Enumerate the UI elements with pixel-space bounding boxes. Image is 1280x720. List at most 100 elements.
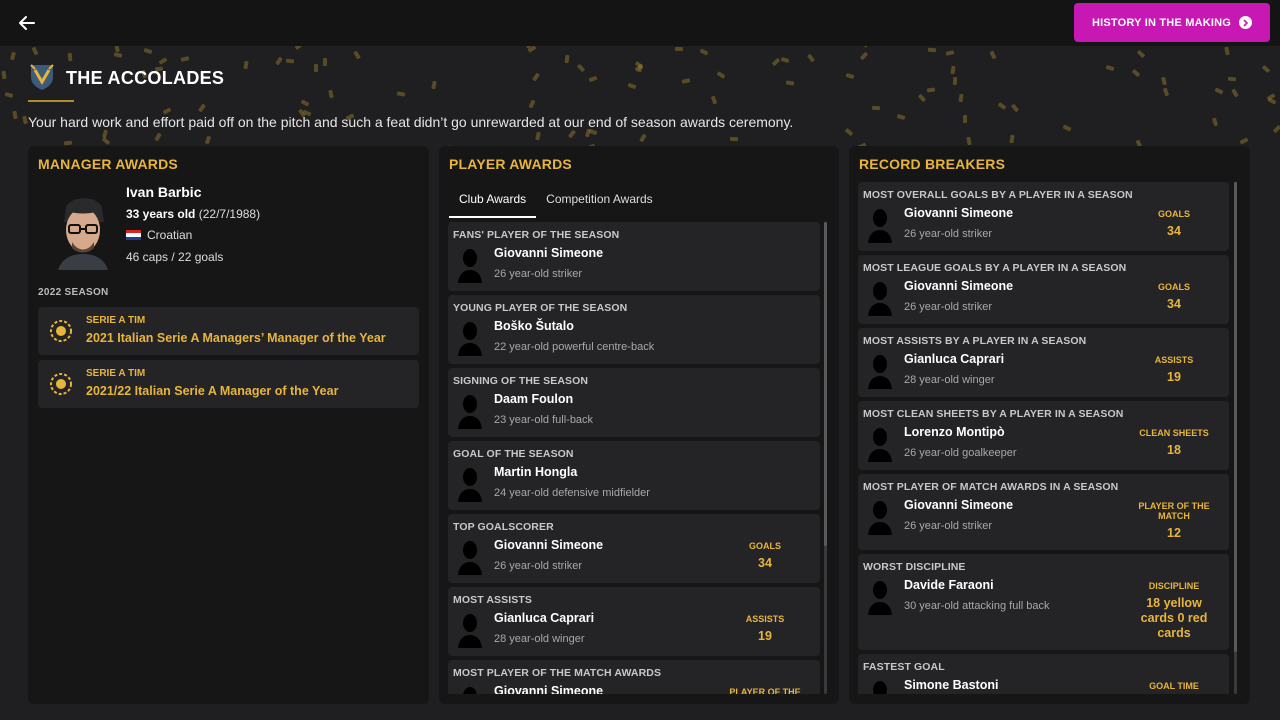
player-silhouette-icon <box>868 501 892 535</box>
confetti-piece <box>845 72 855 79</box>
player-name[interactable]: Giovanni Simeone <box>904 279 1013 293</box>
manager-award-card[interactable]: SERIE A TIM 2021 Italian Serie A Manager… <box>38 307 419 355</box>
player-list-scrollbar[interactable] <box>824 222 827 694</box>
award-row[interactable]: GOAL OF THE SEASON Martin Hongla 24 year-o… <box>448 441 820 510</box>
award-row[interactable]: TOP GOALSCORER Giovanni Simeone 26 year-ol… <box>448 514 820 583</box>
player-silhouette-icon <box>458 468 482 502</box>
confetti-piece <box>1131 68 1140 77</box>
stat-label: GOALS <box>748 541 781 551</box>
confetti-piece <box>966 136 972 145</box>
scroll-thumb[interactable] <box>824 222 827 546</box>
confetti-piece <box>637 64 643 73</box>
confetti-piece <box>1160 76 1167 86</box>
player-name[interactable]: Giovanni Simeone <box>494 246 603 260</box>
player-name[interactable]: Davide Faraoni <box>904 578 994 592</box>
player-silhouette-icon <box>463 687 477 694</box>
confetti-piece <box>275 56 284 66</box>
confetti-piece <box>1261 64 1270 73</box>
player-name[interactable]: Giovanni Simeone <box>494 538 603 552</box>
award-stat: GOALS 34 <box>1131 282 1217 312</box>
tab-competition-awards[interactable]: Competition Awards <box>536 184 663 218</box>
tab-club-awards[interactable]: Club Awards <box>449 184 537 218</box>
confetti-piece <box>896 113 906 120</box>
confetti-piece <box>945 49 955 56</box>
stat-value: 19 <box>758 629 772 643</box>
confetti-piece <box>844 128 854 137</box>
stat-label: DISCIPLINE <box>1148 581 1200 591</box>
confetti-piece <box>588 76 598 83</box>
confetti-piece <box>204 135 212 145</box>
confetti-piece <box>535 131 541 141</box>
page-title: THE ACCOLADES <box>66 68 225 88</box>
award-competition: SERIE A TIM <box>86 368 146 379</box>
confetti-piece <box>9 51 16 61</box>
back-button[interactable] <box>14 10 40 36</box>
confetti-piece <box>634 64 644 72</box>
season-label: 2022 SEASON <box>38 287 109 298</box>
award-category: FANS' PLAYER OF THE SEASON <box>453 229 620 241</box>
award-row[interactable]: FASTEST GOAL Simone Bastoni GOAL TIME <box>858 654 1229 694</box>
player-name[interactable]: Boško Šutalo <box>494 319 574 333</box>
stat-value: 34 <box>1167 224 1181 238</box>
player-name[interactable]: Gianluca Caprari <box>904 352 1004 366</box>
confetti-piece <box>1162 87 1170 97</box>
confetti-piece <box>101 129 108 139</box>
confetti-piece <box>711 95 718 105</box>
player-name[interactable]: Martin Hongla <box>494 465 577 479</box>
player-name[interactable]: Gianluca Caprari <box>494 611 594 625</box>
award-row[interactable]: SIGNING OF THE SEASON Daam Foulon 23 year-… <box>448 368 820 437</box>
award-row[interactable]: FANS' PLAYER OF THE SEASON Giovanni Simeo… <box>448 222 820 291</box>
award-row[interactable]: MOST PLAYER OF THE MATCH AWARDS Giovanni … <box>448 660 820 694</box>
player-name[interactable]: Daam Foulon <box>494 392 573 406</box>
scroll-thumb[interactable] <box>1234 182 1237 652</box>
history-button-label: HISTORY IN THE MAKING <box>1091 16 1232 29</box>
player-description: 26 year-old striker <box>494 268 583 280</box>
player-awards-list: FANS' PLAYER OF THE SEASON Giovanni Simeo… <box>448 222 820 694</box>
confetti-piece <box>154 132 162 142</box>
award-row[interactable]: MOST OVERALL GOALS BY A PLAYER IN A SEAS… <box>858 182 1229 251</box>
stat-label: GOALS <box>1157 282 1190 292</box>
award-row[interactable]: MOST LEAGUE GOALS BY A PLAYER IN A SEASO… <box>858 255 1229 324</box>
confetti-piece <box>635 60 644 70</box>
player-name[interactable]: Giovanni Simeone <box>904 206 1013 220</box>
manager-awards-panel: MANAGER AWARDS Ivan Barbic 33 years old … <box>28 146 429 704</box>
award-row[interactable]: MOST ASSISTS BY A PLAYER IN A SEASON Gian… <box>858 328 1229 397</box>
award-row[interactable]: MOST CLEAN SHEETS BY A PLAYER IN A SEASO… <box>858 401 1229 470</box>
medal-icon <box>50 320 72 342</box>
confetti-piece <box>1211 117 1218 127</box>
confetti-piece <box>1062 124 1072 133</box>
confetti-piece <box>859 51 869 60</box>
player-name[interactable]: Lorenzo Montipò <box>904 425 1005 439</box>
award-stat: GOAL TIME <box>1131 681 1217 694</box>
history-in-the-making-button[interactable]: HISTORY IN THE MAKING <box>1074 3 1270 42</box>
player-description: 30 year-old attacking full back <box>904 600 1050 612</box>
award-row[interactable]: WORST DISCIPLINE Davide Faraoni 30 year-ol… <box>858 554 1229 650</box>
stat-label: GOALS <box>1157 209 1190 219</box>
player-name[interactable]: Giovanni Simeone <box>904 498 1013 512</box>
confetti-piece <box>1239 137 1248 145</box>
award-stat: DISCIPLINE 18 yellow cards 0 red cards <box>1131 581 1217 641</box>
player-name[interactable]: Giovanni Simeone <box>494 684 603 694</box>
confetti-piece <box>729 136 738 142</box>
confetti-piece <box>807 53 816 62</box>
confetti-piece <box>1 70 7 80</box>
medal-icon <box>50 373 72 395</box>
player-description: 26 year-old goalkeeper <box>904 447 1017 459</box>
award-row[interactable]: MOST ASSISTS Gianluca Caprari 28 year-old … <box>448 587 820 656</box>
manager-award-card[interactable]: SERIE A TIM 2021/22 Italian Serie A Mana… <box>38 360 419 408</box>
stat-label: CLEAN SHEETS <box>1139 428 1209 438</box>
award-row[interactable]: YOUNG PLAYER OF THE SEASON Boško Šutalo 22… <box>448 295 820 364</box>
records-list-scrollbar[interactable] <box>1234 182 1237 694</box>
record-breakers-panel: RECORD BREAKERS MOST OVERALL GOALS BY A … <box>849 146 1250 704</box>
player-name[interactable]: Simone Bastoni <box>904 678 998 692</box>
stat-value: 34 <box>1167 297 1181 311</box>
award-stat: ASSISTS 19 <box>1131 355 1217 385</box>
award-stat: PLAYER OF THE MATCH12 <box>722 687 808 694</box>
confetti-piece <box>872 105 881 111</box>
player-silhouette-icon <box>868 209 892 243</box>
confetti-piece <box>1009 134 1015 144</box>
award-category: TOP GOALSCORER <box>453 521 554 533</box>
confetti-piece <box>285 58 294 63</box>
confetti-piece <box>952 76 958 86</box>
award-row[interactable]: MOST PLAYER OF MATCH AWARDS IN A SEASON G… <box>858 474 1229 550</box>
